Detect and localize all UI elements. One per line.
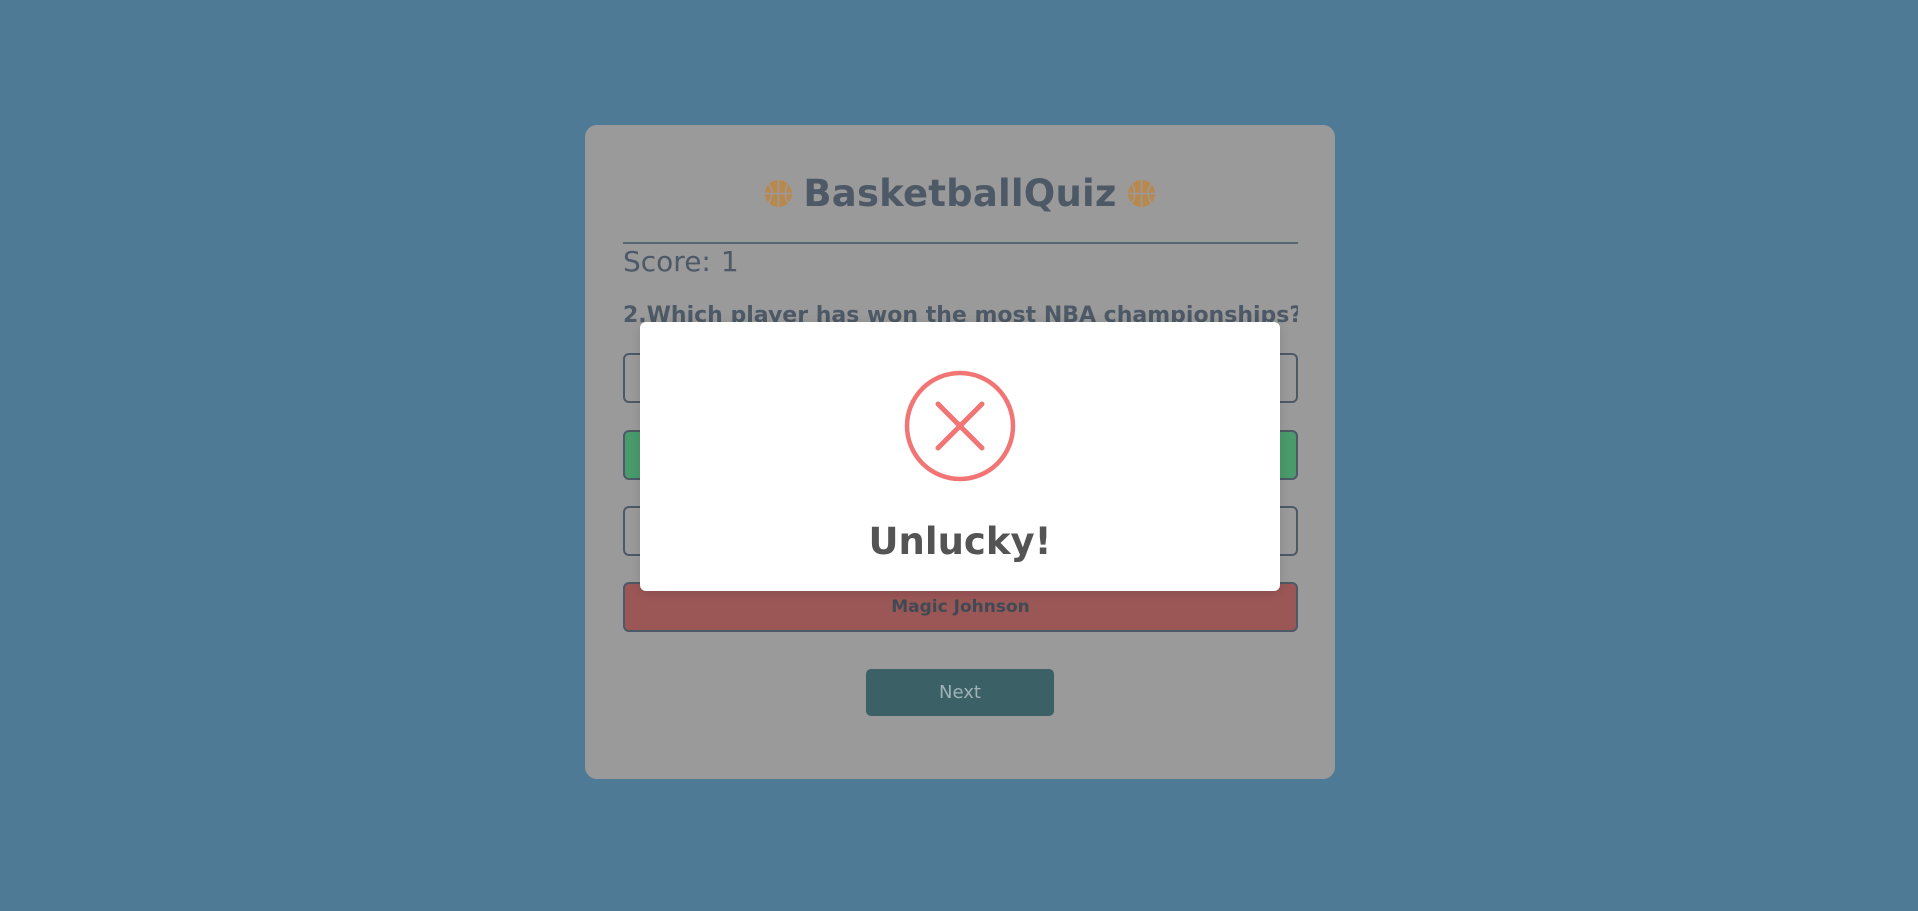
result-modal: Unlucky! xyxy=(640,322,1280,591)
app-title: BasketballQuiz xyxy=(803,171,1117,215)
title-row: BasketballQuiz xyxy=(585,163,1335,223)
score-label: Score: xyxy=(623,245,711,278)
basketball-icon xyxy=(765,179,793,207)
score-value: 1 xyxy=(720,245,739,278)
score-display: Score: 1 xyxy=(623,245,739,278)
modal-title: Unlucky! xyxy=(868,520,1052,563)
basketball-icon xyxy=(1127,179,1155,207)
title-divider xyxy=(623,242,1298,244)
next-button[interactable]: Next xyxy=(866,669,1054,716)
error-x-icon xyxy=(904,370,1016,482)
